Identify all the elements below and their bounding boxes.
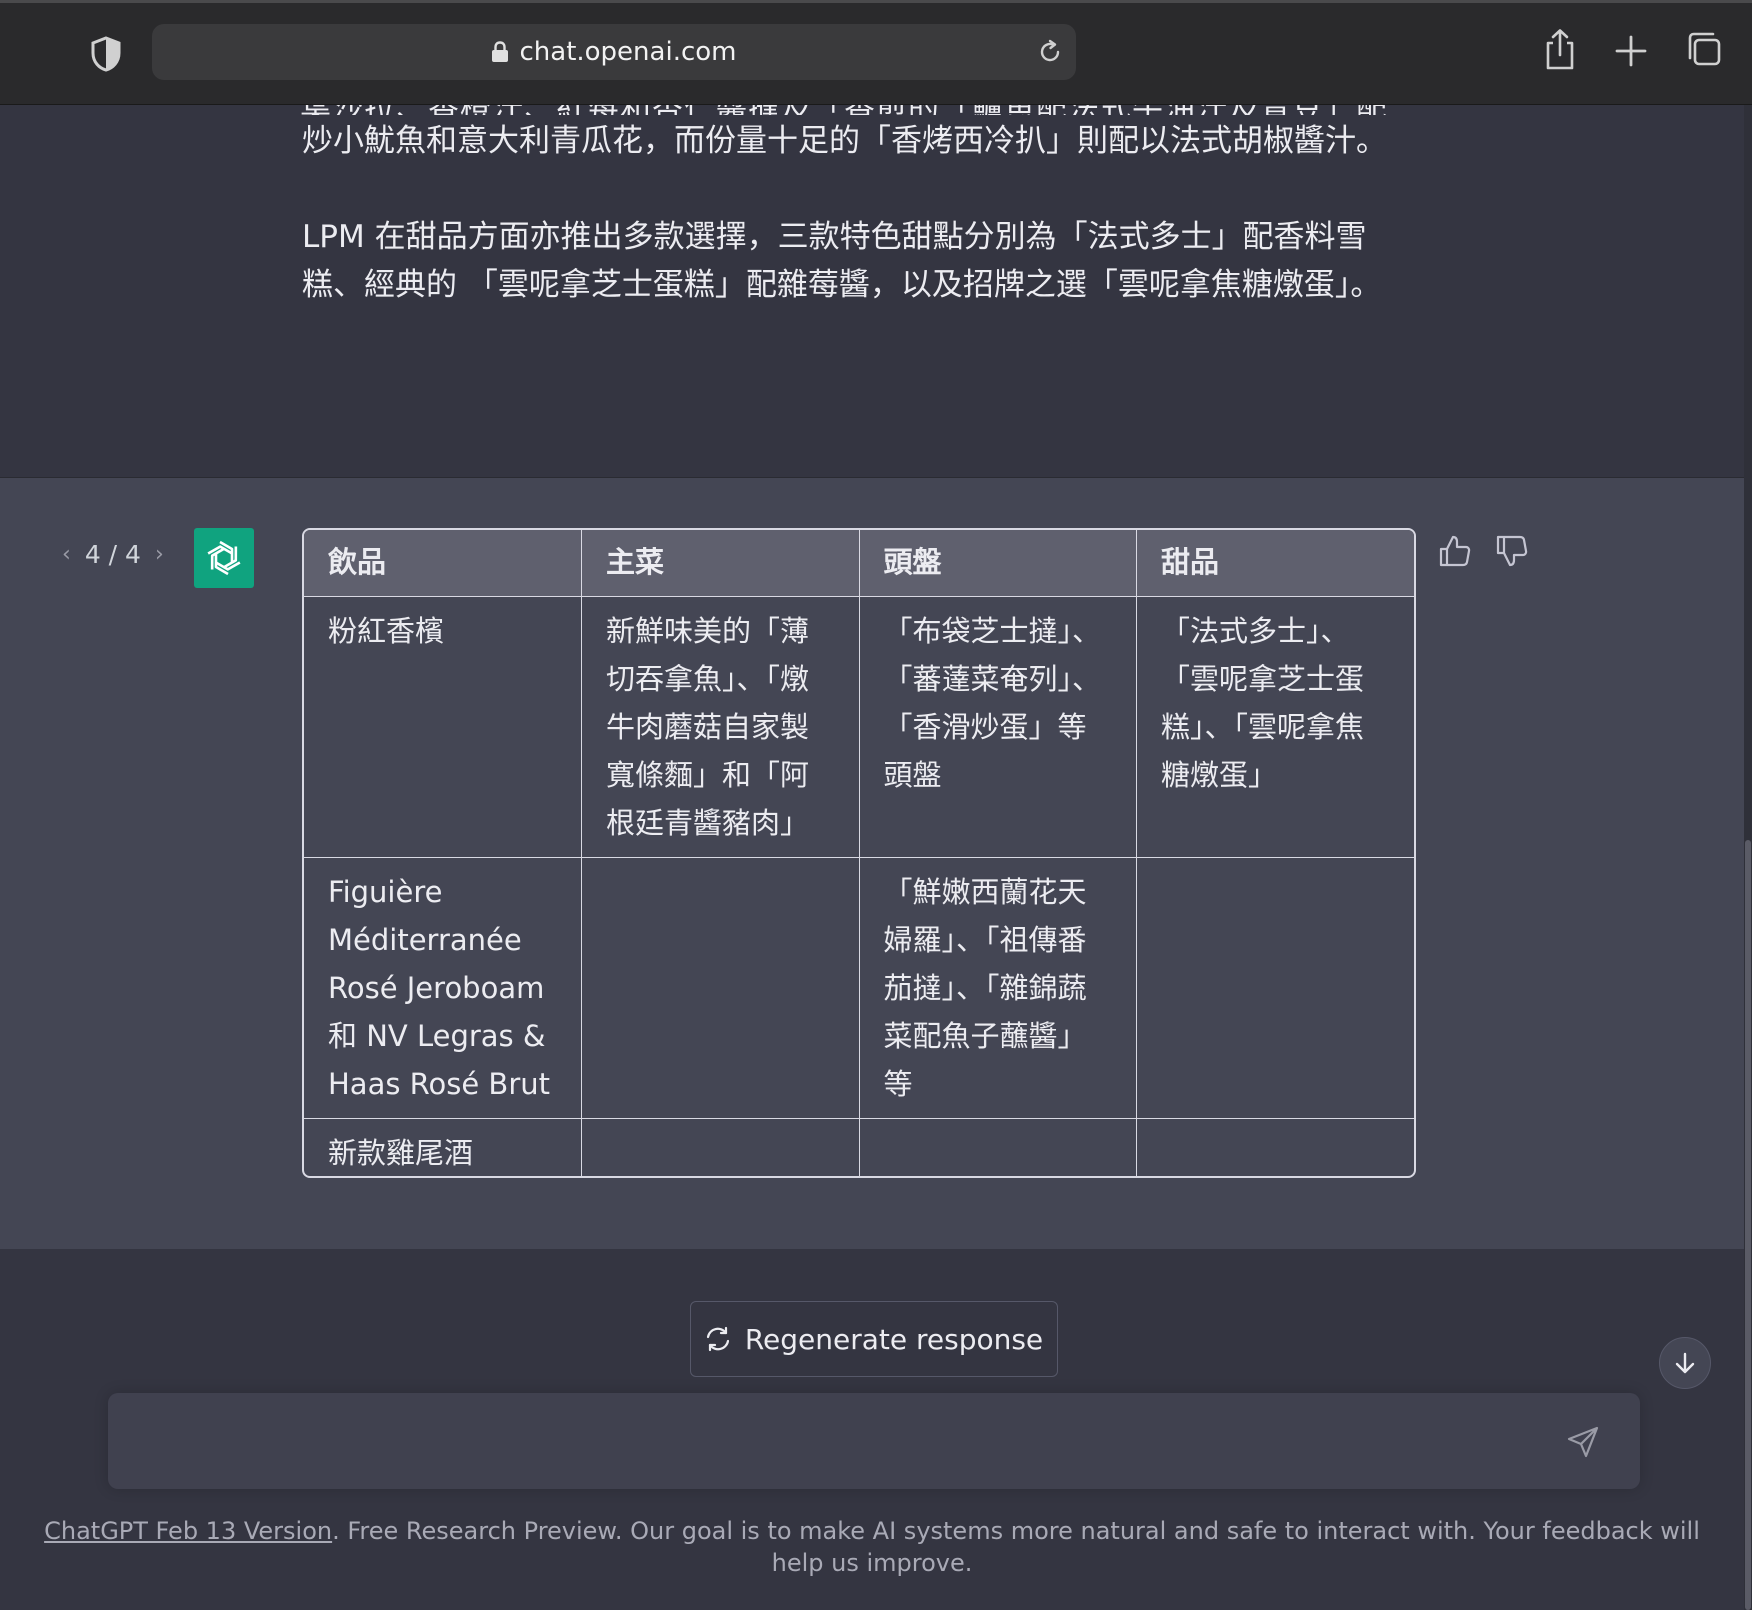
table-header: 飲品 (304, 530, 582, 597)
next-response-icon[interactable]: › (155, 542, 164, 567)
pager-count: 4 / 4 (84, 540, 141, 569)
assistant-message: ‹ 4 / 4 › 飲品 主菜 頭盤 甜品 粉紅香檳 新鮮味美的「薄切吞拿魚」、… (0, 478, 1744, 1249)
response-pager: ‹ 4 / 4 › (62, 540, 164, 569)
table-cell (1136, 1118, 1414, 1176)
table-cell: 「法式多士」、「雲呢拿芝士蛋糕」、「雲呢拿焦糖燉蛋」 (1136, 596, 1414, 858)
menu-table: 飲品 主菜 頭盤 甜品 粉紅香檳 新鮮味美的「薄切吞拿魚」、「燉牛肉蘑菇自家製寬… (302, 528, 1416, 1178)
thumbs-down-icon[interactable] (1495, 534, 1529, 568)
thumbs-up-icon[interactable] (1438, 534, 1472, 568)
user-message-text: 炒小魷魚和意大利青瓜花，而份量十足的「香烤西冷扒」則配以法式胡椒醬汁。 LPM … (302, 117, 1402, 357)
new-tab-icon[interactable] (1611, 28, 1651, 72)
table-header: 主菜 (581, 530, 860, 597)
browser-toolbar: chat.openai.com (0, 0, 1752, 105)
table-cell (1136, 857, 1414, 1119)
message-paragraph: LPM 在甜品方面亦推出多款選擇，三款特色甜點分別為「法式多士」配香料雪糕、經典… (302, 219, 1382, 303)
reload-icon[interactable] (1036, 38, 1064, 66)
privacy-shield-icon[interactable] (90, 36, 122, 72)
scrollbar-thumb[interactable] (1745, 840, 1751, 1610)
regenerate-label: Regenerate response (744, 1322, 1044, 1356)
table-cell (581, 857, 860, 1119)
regenerate-icon (706, 1326, 729, 1352)
message-paragraph: 炒小魷魚和意大利青瓜花，而份量十足的「香烤西冷扒」則配以法式胡椒醬汁。 (302, 123, 1387, 159)
previous-response-icon[interactable]: ‹ (62, 542, 71, 567)
composer-area: Regenerate response ChatGPT Feb 13 Versi… (0, 1249, 1744, 1610)
table-cell: 新款雞尾酒 (304, 1118, 582, 1176)
table-cell: 粉紅香檳 (304, 596, 582, 858)
version-link[interactable]: ChatGPT Feb 13 Version (44, 1517, 332, 1545)
table-cell (581, 1118, 860, 1176)
url-text: chat.openai.com (519, 37, 737, 67)
table-row: Figuière Méditerranée Rosé Jeroboam 和 NV… (304, 857, 1414, 1119)
lock-icon (492, 41, 509, 62)
table-cell: 「布袋芝士撻」、「蕃薘菜奄列」、「香滑炒蛋」等頭盤 (858, 596, 1137, 858)
chatgpt-avatar (194, 528, 254, 588)
window-edge (0, 0, 1752, 3)
regenerate-response-button[interactable]: Regenerate response (690, 1301, 1058, 1377)
clipped-text-line: 葉沙拉、香橙汁、紅莓和杏仁醬撻及「香煎的「鱸魚配法式牛油汁及青豆」配香蒜 (300, 105, 1410, 115)
message-input[interactable] (128, 1417, 1568, 1465)
openai-logo-icon (207, 540, 241, 576)
address-bar[interactable]: chat.openai.com (152, 24, 1076, 80)
scroll-to-bottom-button[interactable] (1659, 1337, 1711, 1389)
message-input-box (108, 1393, 1640, 1489)
user-message: 葉沙拉、香橙汁、紅莓和杏仁醬撻及「香煎的「鱸魚配法式牛油汁及青豆」配香蒜 炒小魷… (0, 105, 1744, 478)
footer-text: . Free Research Preview. Our goal is to … (332, 1517, 1700, 1577)
tabs-overview-icon[interactable] (1684, 28, 1724, 72)
send-icon[interactable] (1566, 1425, 1600, 1459)
table-header: 甜品 (1136, 530, 1414, 597)
table-cell: 新鮮味美的「薄切吞拿魚」、「燉牛肉蘑菇自家製寬條麵」和「阿根廷青醬豬肉」 (581, 596, 860, 858)
footer-disclaimer: ChatGPT Feb 13 Version. Free Research Pr… (40, 1515, 1704, 1579)
share-icon[interactable] (1540, 28, 1580, 72)
table-cell: Figuière Méditerranée Rosé Jeroboam 和 NV… (304, 857, 582, 1119)
table-cell: 「鮮嫩西蘭花天婦羅」、「祖傳番茄撻」、「雜錦蔬菜配魚子蘸醬」等 (858, 857, 1137, 1119)
table-header: 頭盤 (858, 530, 1137, 597)
table-cell (858, 1118, 1137, 1176)
arrow-down-icon (1675, 1352, 1695, 1374)
table-row: 粉紅香檳 新鮮味美的「薄切吞拿魚」、「燉牛肉蘑菇自家製寬條麵」和「阿根廷青醬豬肉… (304, 596, 1414, 858)
table-row: 新款雞尾酒 (304, 1118, 1414, 1176)
